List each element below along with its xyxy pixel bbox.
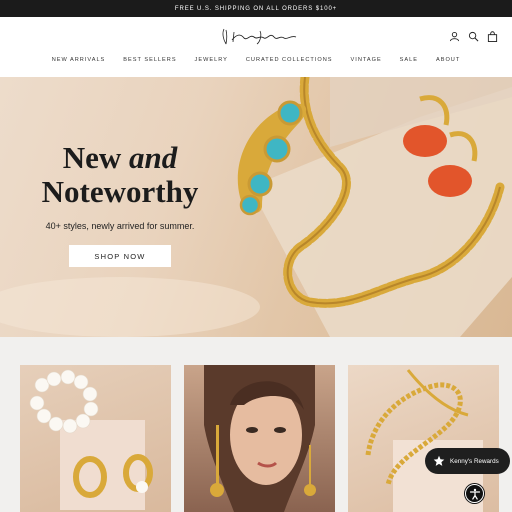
rewards-button[interactable]: Kenny's Rewards [425,448,510,474]
hero-subtitle: 40+ styles, newly arrived for summer. [45,221,195,231]
card-image-model [204,365,316,512]
brand-logo[interactable] [220,25,302,49]
account-icon[interactable] [449,31,460,42]
nav-item-jewelry[interactable]: JEWELRY [186,57,237,63]
announcement-text: FREE U.S. SHIPPING ON ALL ORDERS $100+ [174,5,338,12]
nav-item-sale[interactable]: SALE [391,57,427,63]
collection-cards [0,337,512,512]
shop-now-button[interactable]: SHOP NOW [69,245,171,267]
collection-card-earrings[interactable] [184,365,335,512]
card-image-pearls [29,369,153,510]
collection-card-pearls[interactable] [20,365,171,512]
hero-title: New and Noteworthy [0,141,240,209]
hero-title-noteworthy: Noteworthy [41,174,199,209]
nav-item-best-sellers[interactable]: BEST SELLERS [114,57,185,63]
accessibility-icon [469,488,480,500]
main-nav: NEW ARRIVALS BEST SELLERS JEWELRY CURATE… [0,57,512,63]
search-icon[interactable] [468,31,479,42]
rewards-label: Kenny's Rewards [450,457,499,465]
nav-item-new-arrivals[interactable]: NEW ARRIVALS [43,57,115,63]
nav-item-about[interactable]: ABOUT [427,57,469,63]
accessibility-button[interactable] [465,484,484,503]
announcement-bar: FREE U.S. SHIPPING ON ALL ORDERS $100+ [0,0,512,17]
hero-banner: New and Noteworthy 40+ styles, newly arr… [0,77,512,337]
nav-item-curated-collections[interactable]: CURATED COLLECTIONS [237,57,342,63]
nav-item-vintage[interactable]: VINTAGE [342,57,391,63]
star-icon [433,455,445,466]
hero-title-and: and [129,140,178,175]
bag-icon[interactable] [487,31,498,42]
site-header: NEW ARRIVALS BEST SELLERS JEWELRY CURATE… [0,17,512,77]
hero-title-new: New [62,140,130,175]
